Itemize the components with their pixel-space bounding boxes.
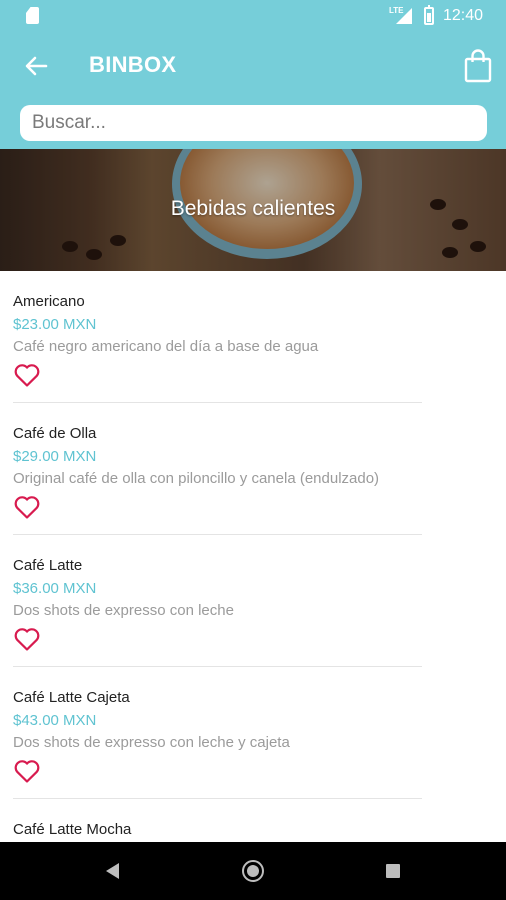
favorite-button[interactable]	[13, 494, 41, 520]
battery-icon	[424, 5, 434, 25]
product-price: $36.00 MXN	[13, 580, 97, 597]
system-nav-bar	[0, 842, 506, 900]
heart-outline-icon	[14, 496, 40, 519]
product-item[interactable]: Café Latte Cajeta $43.00 MXN Dos shots d…	[13, 667, 422, 799]
product-price: $29.00 MXN	[13, 448, 97, 465]
product-name: Americano	[13, 293, 85, 310]
product-price: $43.00 MXN	[13, 712, 97, 729]
search-bar	[0, 99, 506, 149]
product-name: Café Latte Mocha	[13, 821, 132, 838]
product-name: Café de Olla	[13, 425, 97, 442]
arrow-left-icon	[25, 56, 48, 76]
product-item[interactable]: Café Latte $36.00 MXN Dos shots de expre…	[13, 535, 422, 667]
product-item[interactable]: Americano $23.00 MXN Café negro american…	[13, 271, 422, 403]
nav-back-button[interactable]	[106, 863, 119, 879]
nav-recents-button[interactable]	[386, 864, 400, 878]
heart-outline-icon	[14, 628, 40, 651]
back-button[interactable]	[18, 48, 54, 84]
favorite-button[interactable]	[13, 362, 41, 388]
nav-home-button[interactable]	[242, 860, 264, 882]
category-banner: Bebidas calientes	[0, 149, 506, 271]
product-name: Café Latte Cajeta	[13, 689, 130, 706]
product-description: Dos shots de expresso con leche	[13, 602, 234, 619]
heart-outline-icon	[14, 760, 40, 783]
product-item[interactable]: Café de Olla $29.00 MXN Original café de…	[13, 403, 422, 535]
product-price: $23.00 MXN	[13, 316, 97, 333]
cart-button[interactable]	[462, 48, 494, 84]
product-name: Café Latte	[13, 557, 83, 574]
shopping-bag-icon	[464, 49, 492, 83]
heart-outline-icon	[14, 364, 40, 387]
status-time: 12:40	[443, 7, 484, 24]
status-bar: LTE 12:40	[0, 0, 506, 32]
product-description: Dos shots de expresso con leche y cajeta	[13, 734, 290, 751]
search-input[interactable]	[20, 105, 487, 141]
favorite-button[interactable]	[13, 758, 41, 784]
product-description: Café negro americano del día a base de a…	[13, 338, 319, 355]
product-description: Original café de olla con piloncillo y c…	[13, 470, 380, 487]
sim-card-icon	[26, 7, 39, 24]
favorite-button[interactable]	[13, 626, 41, 652]
product-list: Americano $23.00 MXN Café negro american…	[0, 271, 506, 842]
product-item[interactable]: Café Latte Mocha	[13, 799, 422, 842]
network-type: LTE	[389, 6, 404, 15]
app-bar: BINBOX	[0, 32, 506, 99]
category-title: Bebidas calientes	[170, 197, 336, 220]
app-title: BINBOX	[89, 52, 177, 77]
